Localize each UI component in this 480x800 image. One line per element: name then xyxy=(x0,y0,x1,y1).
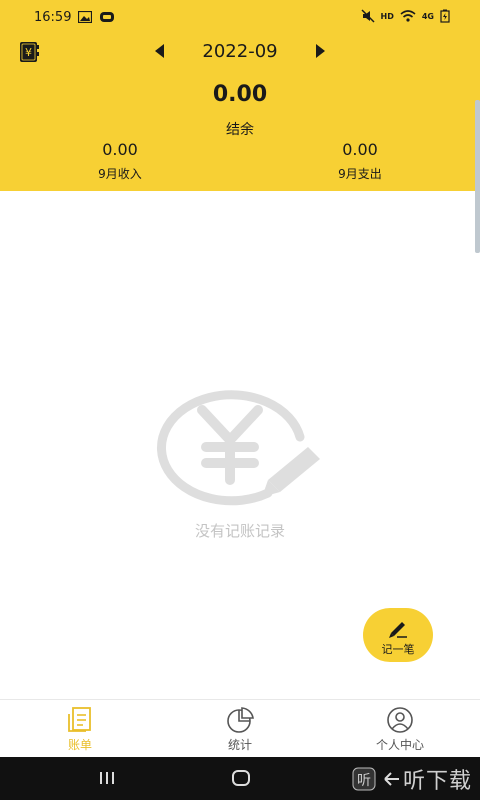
empty-state-text: 没有记账记录 xyxy=(194,522,285,540)
watermark-text: 听下载 xyxy=(402,768,472,794)
tab-profile-label: 个人中心 xyxy=(375,738,424,752)
status-time: 16:59 xyxy=(34,10,72,25)
next-month-arrow-icon[interactable] xyxy=(316,44,325,58)
prev-month-arrow-icon[interactable] xyxy=(155,44,164,58)
tab-profile[interactable]: 个人中心 xyxy=(320,700,480,758)
tab-bills[interactable]: 账单 xyxy=(0,700,160,758)
expense-value: 0.00 xyxy=(342,140,378,159)
status-bar: 16:59 HD 4G xyxy=(0,0,480,34)
month-label[interactable]: 2022-09 xyxy=(180,41,300,62)
expense-label: 9月支出 xyxy=(338,167,382,181)
mute-icon xyxy=(360,9,375,23)
tab-statistics[interactable]: 统计 xyxy=(160,700,320,758)
bill-icon xyxy=(68,707,91,732)
income-value: 0.00 xyxy=(102,140,138,159)
pencil-icon xyxy=(389,622,407,638)
tab-bills-label: 账单 xyxy=(67,738,92,752)
add-record-button[interactable]: 记一笔 xyxy=(363,608,433,662)
watermark: 听 听下载 xyxy=(351,757,480,800)
income-summary: 0.00 9月收入 xyxy=(40,140,200,182)
watermark-logo-icon: 听 xyxy=(352,767,376,790)
notification-badge-icon xyxy=(100,12,114,22)
add-record-label: 记一笔 xyxy=(381,643,415,656)
empty-state: 没有记账记录 xyxy=(150,385,330,550)
recent-apps-icon[interactable] xyxy=(97,768,117,788)
yen-pencil-icon xyxy=(157,390,320,506)
battery-charging-icon xyxy=(440,9,450,23)
balance-label: 结余 xyxy=(226,122,254,138)
scrollbar[interactable] xyxy=(475,100,480,253)
tab-statistics-label: 统计 xyxy=(227,738,252,752)
svg-text:¥: ¥ xyxy=(25,46,32,59)
home-icon[interactable] xyxy=(230,768,252,788)
balance-value: 0.00 xyxy=(212,82,268,107)
back-arrow-icon[interactable] xyxy=(381,769,403,789)
wifi-icon xyxy=(400,10,416,22)
expense-summary: 0.00 9月支出 xyxy=(280,140,440,182)
hd-icon: HD xyxy=(380,11,394,21)
income-label: 9月收入 xyxy=(98,167,142,181)
tab-bar: 账单 统计 个人中心 xyxy=(0,699,480,757)
header-panel: 16:59 HD 4G ¥ 2022-09 0.00 结余 0.00 9月收入 … xyxy=(0,0,480,191)
status-right-icons: HD 4G xyxy=(360,9,450,23)
signal-4g-icon: 4G xyxy=(421,11,434,21)
svg-text:听: 听 xyxy=(357,773,371,789)
pie-chart-icon xyxy=(227,707,254,733)
user-icon xyxy=(387,707,413,733)
image-icon xyxy=(78,11,92,23)
ledger-book-icon[interactable]: ¥ xyxy=(17,40,41,64)
month-navigator: ¥ 2022-09 xyxy=(0,38,480,66)
